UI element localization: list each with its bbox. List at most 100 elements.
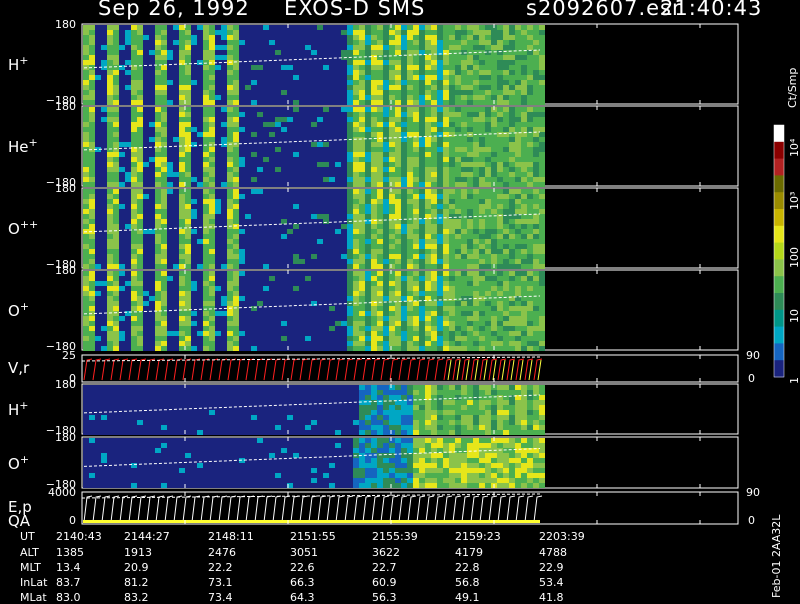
spectrogram-cell: [371, 229, 377, 234]
spectrogram-cell: [521, 75, 527, 80]
spectrogram-cell: [347, 167, 353, 172]
spectrogram-cell: [467, 182, 473, 187]
spectrogram-cell: [125, 85, 131, 90]
spectrogram-cell: [233, 100, 239, 105]
spectrogram-cell: [395, 45, 401, 50]
spectrogram-cell: [449, 259, 455, 264]
spectrogram-cell: [287, 167, 293, 172]
spectrogram-cell: [383, 306, 389, 311]
spectrogram-cell: [89, 127, 95, 132]
spectrogram-cell: [479, 172, 485, 177]
spectrogram-cell: [257, 127, 263, 132]
spectrogram-cell: [89, 182, 95, 187]
spectrogram-cell: [263, 182, 269, 187]
spectrogram-cell: [383, 271, 389, 276]
spectrogram-cell: [155, 90, 161, 95]
spectrogram-cell: [413, 122, 419, 127]
spectrogram-cell: [503, 239, 509, 244]
spectrogram-cell: [443, 90, 449, 95]
spectrogram-cell: [167, 132, 173, 137]
spectrogram-cell: [281, 316, 287, 321]
spectrogram-cell: [281, 301, 287, 306]
spectrogram-cell: [473, 321, 479, 326]
spectrogram-cell: [287, 306, 293, 311]
spectrogram-cell: [347, 142, 353, 147]
spectrogram-cell: [251, 95, 257, 100]
spectrogram-cell: [227, 259, 233, 264]
spectrogram-cell: [173, 162, 179, 167]
spectrogram-cell: [353, 182, 359, 187]
spectrogram-cell: [437, 25, 443, 30]
spectrogram-cell: [191, 276, 197, 281]
spectrogram-cell: [425, 177, 431, 182]
spectrogram-cell: [353, 286, 359, 291]
spectrogram-cell: [317, 40, 323, 45]
spectrogram-cell: [143, 296, 149, 301]
spectrogram-cell: [407, 75, 413, 80]
spectrogram-cell: [95, 80, 101, 85]
spectrogram-cell: [299, 40, 305, 45]
spectrogram-cell: [491, 321, 497, 326]
spectrogram-cell: [245, 209, 251, 214]
spectrogram-cell: [353, 281, 359, 286]
spectrogram-cell: [425, 331, 431, 336]
spectrogram-cell: [155, 199, 161, 204]
spectrogram-cell: [191, 316, 197, 321]
spectrogram-cell: [125, 199, 131, 204]
spectrogram-cell: [299, 341, 305, 346]
spectrogram-cell: [413, 25, 419, 30]
spectrogram-cell: [509, 321, 515, 326]
spectrogram-cell: [173, 80, 179, 85]
spectrogram-cell: [269, 234, 275, 239]
spectrogram-cell: [167, 326, 173, 331]
spectrogram-cell: [281, 234, 287, 239]
spectrogram-cell: [209, 321, 215, 326]
spectrogram-cell: [101, 162, 107, 167]
spectrogram-cell: [161, 122, 167, 127]
spectrogram-cell: [251, 50, 257, 55]
spectrogram-cell: [521, 177, 527, 182]
spectrogram-cell: [371, 100, 377, 105]
spectrogram-cell: [347, 100, 353, 105]
spectrogram-cell: [293, 182, 299, 187]
spectrogram-cell: [233, 147, 239, 152]
spectrogram-cell: [329, 122, 335, 127]
spectrogram-cell: [173, 281, 179, 286]
spectrogram-cell: [467, 189, 473, 194]
spectrogram-cell: [503, 107, 509, 112]
spectrogram-cell: [275, 25, 281, 30]
spectrogram-cell: [125, 239, 131, 244]
spectrogram-cell: [431, 122, 437, 127]
spectrogram-cell: [149, 167, 155, 172]
spectrogram-cell: [431, 157, 437, 162]
spectrogram-cell: [173, 50, 179, 55]
spectrogram-cell: [515, 341, 521, 346]
spectrogram-cell: [401, 90, 407, 95]
spectrogram-cell: [341, 45, 347, 50]
spectrogram-cell: [353, 321, 359, 326]
spectrogram-cell: [143, 336, 149, 341]
spectrogram-cell: [443, 291, 449, 296]
spectrogram-cell: [539, 326, 545, 331]
spectrogram-cell: [473, 209, 479, 214]
spectrogram-cell: [257, 249, 263, 254]
spectrogram-cell: [197, 80, 203, 85]
spectrogram-cell: [185, 189, 191, 194]
spectrogram-cell: [359, 331, 365, 336]
spectrogram-cell: [389, 311, 395, 316]
spectrogram-cell: [197, 286, 203, 291]
spectrogram-cell: [245, 189, 251, 194]
spectrogram-cell: [317, 132, 323, 137]
spectrogram-cell: [191, 234, 197, 239]
spectrogram-cell: [413, 127, 419, 132]
spectrogram-cell: [305, 40, 311, 45]
spectrogram-cell: [95, 259, 101, 264]
spectrogram-cell: [395, 214, 401, 219]
spectrogram-cell: [431, 331, 437, 336]
spectrogram-cell: [419, 112, 425, 117]
spectrogram-cell: [335, 112, 341, 117]
spectrogram-cell: [503, 45, 509, 50]
spectrogram-cell: [215, 100, 221, 105]
spectrogram-cell: [221, 281, 227, 286]
spectrogram-cell: [95, 85, 101, 90]
